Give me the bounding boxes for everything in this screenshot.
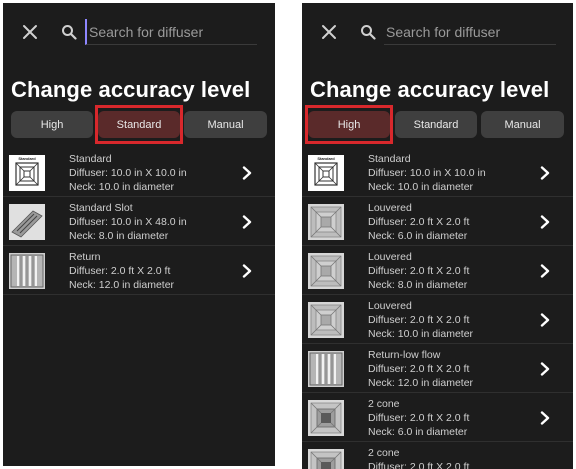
chevron-right-icon: [540, 264, 550, 278]
chevron-right-icon: [540, 166, 550, 180]
list-item[interactable]: Louvered Diffuser: 2.0 ft X 2.0 ft Neck:…: [302, 198, 573, 246]
tab-manual[interactable]: Manual: [481, 111, 564, 138]
item-diffuser-size: Diffuser: 2.0 ft X 2.0 ft: [368, 216, 470, 228]
item-neck-size: Neck: 8.0 in diameter: [368, 279, 468, 291]
svg-text:Standard: Standard: [18, 156, 36, 161]
close-icon[interactable]: [21, 23, 39, 41]
item-neck-size: Neck: 6.0 in diameter: [368, 230, 468, 242]
search-bar: [3, 3, 275, 65]
item-name: Louvered: [368, 251, 412, 263]
item-diffuser-size: Diffuser: 2.0 ft X 2.0 ft: [69, 265, 171, 277]
item-name: Louvered: [368, 300, 412, 312]
list-item[interactable]: Return Diffuser: 2.0 ft X 2.0 ft Neck: 1…: [3, 247, 275, 295]
chevron-right-icon: [540, 215, 550, 229]
search-bar: [302, 3, 573, 65]
item-neck-size: Neck: 10.0 in diameter: [69, 181, 175, 193]
louvered-diffuser-icon: [308, 253, 344, 289]
item-diffuser-size: Diffuser: 2.0 ft X 2.0 ft: [368, 265, 470, 277]
item-neck-size: Neck: 12.0 in diameter: [69, 279, 175, 291]
list-item[interactable]: 2 cone Diffuser: 2.0 ft X 2.0 ft: [302, 443, 573, 469]
list-item[interactable]: Standard Standard Diffuser: 10.0 in X 10…: [302, 149, 573, 197]
item-neck-size: Neck: 8.0 in diameter: [69, 230, 169, 242]
search-input[interactable]: [384, 19, 556, 45]
item-diffuser-size: Diffuser: 10.0 in X 10.0 in: [69, 167, 187, 179]
search-input[interactable]: [85, 19, 257, 45]
list-item[interactable]: Return-low flow Diffuser: 2.0 ft X 2.0 f…: [302, 345, 573, 393]
item-diffuser-size: Diffuser: 10.0 in X 10.0 in: [368, 167, 486, 179]
return-grille-icon: [308, 351, 344, 387]
chevron-right-icon: [242, 166, 252, 180]
item-diffuser-size: Diffuser: 10.0 in X 48.0 in: [69, 216, 187, 228]
item-neck-size: Neck: 12.0 in diameter: [368, 377, 474, 389]
chevron-right-icon: [242, 215, 252, 229]
list-item[interactable]: Louvered Diffuser: 2.0 ft X 2.0 ft Neck:…: [302, 247, 573, 295]
item-name: Standard: [69, 153, 112, 165]
item-neck-size: Neck: 10.0 in diameter: [368, 328, 474, 340]
square-ceiling-diffuser-icon: Standard: [9, 155, 45, 191]
page-title: Change accuracy level: [11, 77, 251, 102]
selection-highlight: [95, 105, 183, 144]
item-name: Louvered: [368, 202, 412, 214]
chevron-right-icon: [540, 313, 550, 327]
page-title: Change accuracy level: [310, 77, 550, 102]
list-item[interactable]: 2 cone Diffuser: 2.0 ft X 2.0 ft Neck: 6…: [302, 394, 573, 442]
item-neck-size: Neck: 6.0 in diameter: [368, 426, 468, 438]
slot-diffuser-icon: [9, 204, 45, 240]
tab-manual[interactable]: Manual: [184, 111, 267, 138]
search-icon: [62, 25, 77, 40]
item-diffuser-size: Diffuser: 2.0 ft X 2.0 ft: [368, 461, 470, 469]
item-name: Return-low flow: [368, 349, 441, 361]
louvered-diffuser-icon: [308, 204, 344, 240]
item-name: Standard: [368, 153, 411, 165]
tab-high[interactable]: High: [11, 111, 93, 138]
item-diffuser-size: Diffuser: 2.0 ft X 2.0 ft: [368, 363, 470, 375]
item-name: Standard Slot: [69, 202, 133, 214]
item-name: 2 cone: [368, 398, 400, 410]
chevron-right-icon: [540, 411, 550, 425]
svg-text:Standard: Standard: [317, 156, 335, 161]
item-diffuser-size: Diffuser: 2.0 ft X 2.0 ft: [368, 314, 470, 326]
selection-highlight: [305, 105, 393, 144]
chevron-right-icon: [242, 264, 252, 278]
item-neck-size: Neck: 10.0 in diameter: [368, 181, 474, 193]
phone-screen-high: Change accuracy level High Standard Manu…: [302, 3, 573, 469]
item-name: 2 cone: [368, 447, 400, 459]
list-item[interactable]: Standard Standard Diffuser: 10.0 in X 10…: [3, 149, 275, 197]
list-item[interactable]: Louvered Diffuser: 2.0 ft X 2.0 ft Neck:…: [302, 296, 573, 344]
list-item[interactable]: Standard Slot Diffuser: 10.0 in X 48.0 i…: [3, 198, 275, 246]
item-diffuser-size: Diffuser: 2.0 ft X 2.0 ft: [368, 412, 470, 424]
return-grille-icon: [9, 253, 45, 289]
louvered-diffuser-icon: [308, 302, 344, 338]
phone-screen-standard: Change accuracy level High Standard Manu…: [3, 3, 275, 466]
cone-diffuser-icon: [308, 449, 344, 469]
chevron-right-icon: [540, 362, 550, 376]
tab-standard[interactable]: Standard: [395, 111, 477, 138]
close-icon[interactable]: [320, 23, 338, 41]
item-name: Return: [69, 251, 101, 263]
square-ceiling-diffuser-icon: Standard: [308, 155, 344, 191]
search-icon: [361, 25, 376, 40]
cone-diffuser-icon: [308, 400, 344, 436]
